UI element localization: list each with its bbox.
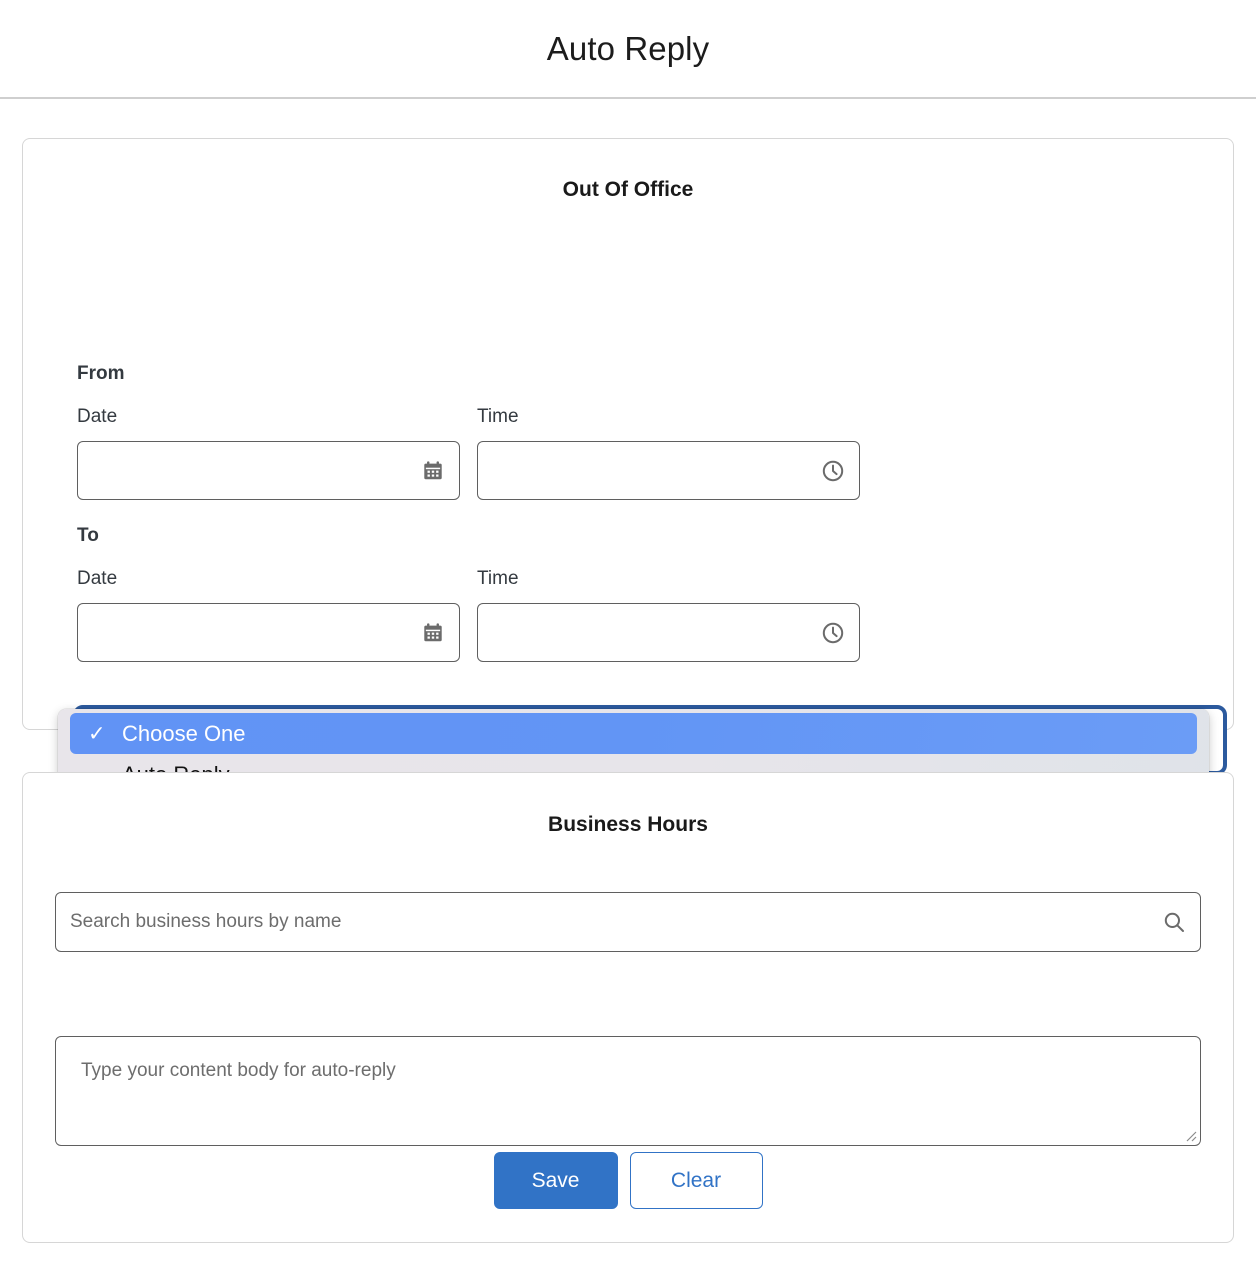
page-header: Auto Reply — [0, 0, 1256, 97]
clock-icon[interactable] — [821, 621, 845, 645]
auto-reply-body-textarea[interactable]: Type your content body for auto-reply — [55, 1036, 1201, 1146]
auto-reply-body-placeholder: Type your content body for auto-reply — [81, 1060, 396, 1082]
resize-handle-icon[interactable] — [1183, 1128, 1197, 1142]
form-actions: Save Clear — [0, 1152, 1256, 1209]
calendar-icon[interactable] — [421, 621, 445, 645]
auto-reply-page: Auto Reply Out Of Office From Date — [0, 0, 1256, 1268]
from-section-label: From — [77, 363, 125, 385]
clock-icon[interactable] — [821, 459, 845, 483]
business-hours-search-input[interactable]: Search business hours by name — [55, 892, 1201, 952]
to-time-input[interactable] — [477, 603, 860, 662]
calendar-icon[interactable] — [421, 459, 445, 483]
check-icon: ✓ — [88, 723, 106, 744]
out-of-office-card: Out Of Office From Date — [22, 138, 1234, 730]
from-time-input[interactable] — [477, 441, 860, 500]
select-option-label: Choose One — [122, 721, 246, 747]
business-hours-search-placeholder: Search business hours by name — [70, 893, 341, 951]
from-date-input[interactable] — [77, 441, 460, 500]
out-of-office-title: Out Of Office — [23, 178, 1233, 202]
from-date-label: Date — [77, 406, 117, 428]
page-title: Auto Reply — [547, 30, 709, 68]
business-hours-title: Business Hours — [23, 813, 1233, 837]
from-time-label: Time — [477, 406, 519, 428]
clear-button[interactable]: Clear — [630, 1152, 763, 1209]
to-date-input[interactable] — [77, 603, 460, 662]
save-button[interactable]: Save — [494, 1152, 618, 1209]
header-divider — [0, 97, 1256, 99]
to-section-label: To — [77, 525, 99, 547]
select-option-choose-one[interactable]: ✓ Choose One — [70, 713, 1197, 754]
to-date-label: Date — [77, 568, 117, 590]
to-time-label: Time — [477, 568, 519, 590]
search-icon[interactable] — [1162, 910, 1186, 934]
